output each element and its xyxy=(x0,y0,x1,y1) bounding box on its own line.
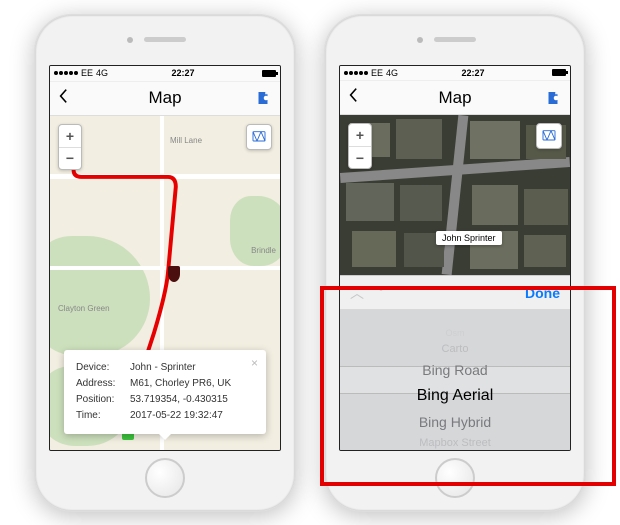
carrier-label: EE xyxy=(81,68,93,78)
done-button[interactable]: Done xyxy=(525,285,560,301)
picker-arrows: ︿ ﹀ xyxy=(350,283,388,303)
vehicle-marker-icon[interactable] xyxy=(168,266,180,282)
picker-prev-button[interactable]: ︿ xyxy=(350,283,364,303)
popup-value: John - Sprinter xyxy=(130,360,254,376)
signal-dots-icon xyxy=(344,71,368,75)
status-bar: EE 4G 22:27 xyxy=(340,66,570,82)
nav-bar: Map xyxy=(50,82,280,116)
popup-label: Device: xyxy=(76,360,124,376)
signal-dots-icon xyxy=(54,71,78,75)
status-right xyxy=(548,69,566,76)
network-label: 4G xyxy=(386,68,398,78)
chevron-left-icon xyxy=(58,88,68,104)
status-left: EE 4G xyxy=(54,68,108,78)
picker-item-selected[interactable]: Bing Aerial xyxy=(417,382,494,410)
picker-sheet: ︿ ﹀ Done Osm Carto Bing Road Bing Aerial… xyxy=(340,275,570,449)
map-viewport[interactable]: Clayton Green Whittle-le-Woods Brindle M… xyxy=(50,116,280,450)
close-button[interactable]: × xyxy=(251,356,258,370)
back-button[interactable] xyxy=(348,86,368,109)
info-popup: × Device: John - Sprinter Address: M61, Ch… xyxy=(64,350,266,434)
zoom-in-button[interactable]: + xyxy=(349,124,371,146)
popup-label: Time: xyxy=(76,408,124,424)
map-layers-icon xyxy=(251,129,267,145)
map-marker-icon xyxy=(544,89,562,107)
status-right xyxy=(258,70,276,77)
phone-left: EE 4G 22:27 Map xyxy=(34,14,296,512)
picker-item[interactable]: Osm xyxy=(446,326,465,340)
page-title: Map xyxy=(78,88,252,108)
clock-label: 22:27 xyxy=(398,68,548,78)
nav-bar: Map xyxy=(340,81,570,115)
clock-label: 22:27 xyxy=(108,68,258,78)
battery-icon xyxy=(262,70,276,77)
zoom-out-button[interactable]: − xyxy=(59,147,81,169)
status-bar: EE 4G 22:27 xyxy=(50,66,280,82)
popup-label: Position: xyxy=(76,392,124,408)
page-title: Map xyxy=(368,88,542,108)
home-button[interactable] xyxy=(145,458,185,498)
screen-right: EE 4G 22:27 Map xyxy=(339,65,571,451)
network-label: 4G xyxy=(96,68,108,78)
picker-toolbar: ︿ ﹀ Done xyxy=(340,276,570,310)
chevron-left-icon xyxy=(348,87,358,103)
screen-left: EE 4G 22:27 Map xyxy=(49,65,281,451)
nav-action-button[interactable] xyxy=(252,89,272,107)
popup-label: Address: xyxy=(76,376,124,392)
phone-right: EE 4G 22:27 Map xyxy=(324,14,586,512)
zoom-control: + − xyxy=(348,123,372,169)
status-left: EE 4G xyxy=(344,68,398,78)
map-marker-icon xyxy=(254,89,272,107)
picker-wheel[interactable]: Osm Carto Bing Road Bing Aerial Bing Hyb… xyxy=(340,310,570,449)
layer-button[interactable] xyxy=(536,123,562,149)
layer-button[interactable] xyxy=(246,124,272,150)
picker-item[interactable]: Mapbox Street xyxy=(419,434,491,450)
popup-value: 53.719354, -0.430315 xyxy=(130,392,254,408)
carrier-label: EE xyxy=(371,68,383,78)
picker-item[interactable]: Carto xyxy=(442,340,469,358)
popup-value: M61, Chorley PR6, UK xyxy=(130,376,254,392)
zoom-in-button[interactable]: + xyxy=(59,125,81,147)
battery-icon xyxy=(552,69,566,76)
picker-next-button[interactable]: ﹀ xyxy=(374,283,388,303)
picker-item[interactable]: Bing Hybrid xyxy=(419,410,491,434)
map-layers-icon xyxy=(541,128,557,144)
nav-action-button[interactable] xyxy=(542,89,562,107)
map-callout[interactable]: John Sprinter xyxy=(436,231,502,245)
zoom-out-button[interactable]: − xyxy=(349,146,371,168)
back-button[interactable] xyxy=(58,87,78,110)
popup-value: 2017-05-22 19:32:47 xyxy=(130,408,254,424)
zoom-control: + − xyxy=(58,124,82,170)
home-button[interactable] xyxy=(435,458,475,498)
map-viewport[interactable]: John Sprinter + − xyxy=(340,115,570,275)
picker-item[interactable]: Bing Road xyxy=(422,358,487,382)
